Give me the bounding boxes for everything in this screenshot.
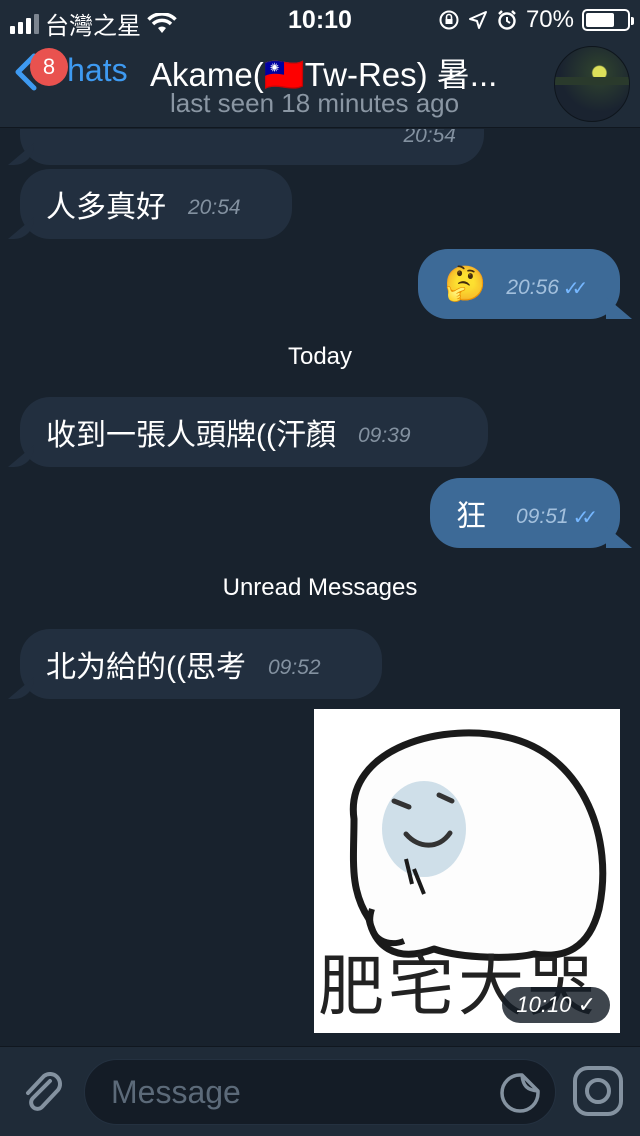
sticker-message[interactable]: 肥宅大哭 10:10 ✓ <box>314 709 620 1033</box>
message-input[interactable]: Message <box>84 1059 556 1125</box>
message-bubble[interactable]: 狂 09:51 ✓✓ <box>430 478 620 548</box>
last-seen-status: last seen 18 minutes ago <box>170 88 460 118</box>
status-bar: 台灣之星 10:10 70% <box>0 0 640 40</box>
battery-percent: 70% <box>525 6 574 33</box>
message-bubble[interactable]: 北为給的((思考 09:52 <box>20 629 382 699</box>
date-separator: Today <box>287 343 353 370</box>
back-button[interactable]: Chats 8 <box>12 48 128 92</box>
sticker-icon[interactable] <box>499 1072 541 1114</box>
message-time: 09:51 <box>516 505 569 528</box>
read-check-icon: ✓✓ <box>572 506 598 529</box>
message-time: 20:56 <box>506 276 559 299</box>
message-time: 09:39 <box>357 424 411 447</box>
unread-badge: 8 <box>30 48 68 86</box>
sent-check-icon: ✓ <box>577 992 596 1017</box>
message-time: 20:54 <box>188 196 241 219</box>
message-time: 10:10 <box>516 992 572 1017</box>
sticker-time-badge: 10:10 ✓ <box>502 987 610 1023</box>
read-check-icon: ✓✓ <box>562 277 588 300</box>
avatar[interactable] <box>554 46 630 122</box>
battery-icon <box>582 9 634 31</box>
location-arrow-icon <box>468 11 487 29</box>
message-text: 🤔 <box>444 265 487 303</box>
message-text: 狂 <box>456 500 486 533</box>
message-text: 北为給的((思考 <box>46 651 246 684</box>
message-bubble[interactable]: 🤔 20:56 ✓✓ <box>418 249 620 319</box>
message-bubble[interactable]: 收到一張人頭牌((汗顏 09:39 <box>20 397 488 467</box>
message-placeholder: Message <box>111 1074 241 1110</box>
alarm-icon <box>498 10 516 30</box>
message-text: 收到一張人頭牌((汗顏 <box>46 419 336 452</box>
paperclip-icon[interactable] <box>20 1067 66 1117</box>
message-bubble[interactable]: 20:54 <box>20 129 484 165</box>
message-time: 09:52 <box>267 656 321 679</box>
message-bubble[interactable]: 人多真好 20:54 <box>20 169 292 239</box>
rotation-lock-icon <box>439 10 459 30</box>
message-time: 20:54 <box>403 129 456 147</box>
camera-icon[interactable] <box>572 1065 624 1117</box>
status-right: 70% <box>438 6 634 34</box>
chat-header: Chats 8 Akame(🇹🇼Tw-Res) 暑... last seen 1… <box>0 40 640 128</box>
unread-separator: Unread Messages <box>222 574 418 601</box>
message-text: 人多真好 <box>46 191 166 224</box>
message-list[interactable]: 20:54 人多真好 20:54 🤔 20:56 ✓✓ Today 收到一張人頭… <box>0 129 640 1046</box>
input-bar: Message <box>0 1046 640 1136</box>
